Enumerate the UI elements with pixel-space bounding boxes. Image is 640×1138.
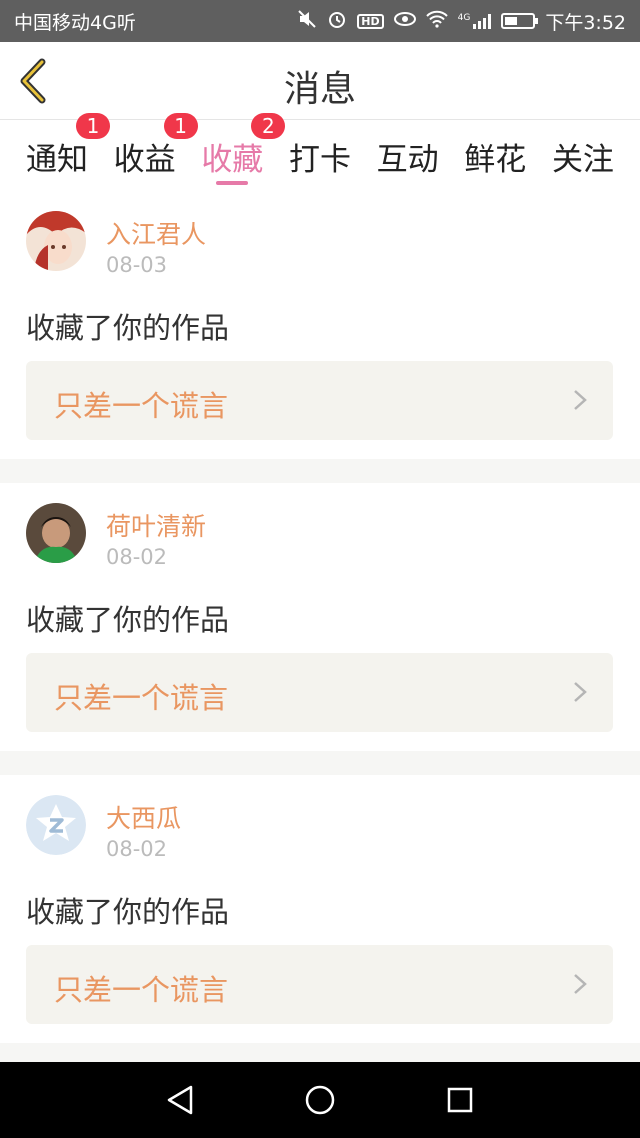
divider [0, 459, 640, 483]
tab-badge: 1 [163, 113, 198, 139]
tab-label: 通知 [26, 141, 88, 178]
nav-recents-button[interactable] [443, 1083, 477, 1117]
work-link[interactable]: 只差一个谎言 [26, 945, 613, 1024]
tab-flowers[interactable]: 鲜花 [464, 121, 526, 191]
mute-icon [297, 9, 317, 33]
work-link[interactable]: 只差一个谎言 [26, 653, 613, 732]
recents-square-icon [447, 1087, 473, 1113]
list-item: 大西瓜 08-02 收藏了你的作品 只差一个谎言 [0, 775, 640, 1043]
tab-badge: 2 [251, 113, 286, 139]
date: 08-03 [106, 253, 168, 277]
action-text: 收藏了你的作品 [26, 311, 230, 345]
carrier-group: 中国移动4G 听 [14, 8, 136, 35]
work-title: 只差一个谎言 [54, 389, 229, 423]
tab-label: 收益 [113, 141, 176, 178]
divider [0, 751, 640, 775]
work-title: 只差一个谎言 [54, 681, 229, 715]
nav-back-button[interactable] [163, 1083, 197, 1117]
tab-badge: 1 [76, 113, 110, 139]
chevron-right-icon [574, 390, 587, 410]
tab-bar: 通知 1 收益 1 收藏 2 打卡 互动 鲜花 关注 [0, 113, 640, 191]
hd-icon: HD [357, 13, 384, 29]
wifi-icon [425, 10, 448, 32]
list-item: 入江君人 08-03 收藏了你的作品 只差一个谎言 [0, 191, 640, 459]
tab-favorites[interactable]: 收藏 2 [201, 113, 286, 191]
page-title: 消息 [283, 69, 356, 110]
tab-earnings[interactable]: 收益 1 [113, 113, 198, 191]
tab-interaction[interactable]: 互动 [377, 121, 439, 191]
tab-label: 鲜花 [464, 141, 527, 178]
header: 消息 [0, 42, 640, 120]
username[interactable]: 荷叶清新 [106, 507, 206, 543]
tab-checkin[interactable]: 打卡 [289, 121, 351, 191]
alarm-icon [327, 9, 347, 33]
avatar[interactable] [26, 211, 86, 271]
status-bar: 中国移动4G 听 HD 4G 下午3:52 [0, 0, 640, 42]
work-title: 只差一个谎言 [54, 973, 229, 1007]
date: 08-02 [106, 837, 168, 861]
carrier-label: 中国移动4G [14, 11, 117, 34]
date: 08-02 [106, 545, 168, 569]
tab-label: 收藏 [201, 141, 264, 178]
eye-icon [393, 11, 416, 31]
favorites-list: 入江君人 08-03 收藏了你的作品 只差一个谎言 荷叶清新 08-02 收藏了… [0, 191, 640, 1067]
chevron-right-icon [574, 974, 587, 994]
action-text: 收藏了你的作品 [26, 895, 230, 929]
network-type-label: 4G [457, 13, 471, 23]
username[interactable]: 入江君人 [106, 215, 206, 251]
avatar[interactable] [26, 795, 86, 855]
chevron-right-icon [574, 682, 587, 702]
work-link[interactable]: 只差一个谎言 [26, 361, 613, 440]
list-item: 荷叶清新 08-02 收藏了你的作品 只差一个谎言 [0, 483, 640, 751]
tab-notifications[interactable]: 通知 1 [26, 113, 110, 191]
username[interactable]: 大西瓜 [106, 799, 181, 835]
tab-label: 打卡 [288, 141, 351, 178]
action-text: 收藏了你的作品 [26, 603, 230, 637]
nav-home-button[interactable] [303, 1083, 337, 1117]
status-icons: HD 4G 下午3:52 [297, 8, 626, 35]
tab-label: 互动 [376, 141, 439, 178]
clock: 下午3:52 [545, 11, 626, 34]
tab-label: 关注 [551, 141, 614, 178]
listen-icon: 听 [116, 11, 136, 34]
back-triangle-icon [167, 1085, 193, 1115]
avatar[interactable] [26, 503, 86, 563]
home-circle-icon [305, 1085, 335, 1115]
system-nav-bar [0, 1062, 640, 1138]
signal-icon: 4G [458, 13, 492, 29]
battery-icon [501, 13, 539, 29]
tab-follow[interactable]: 关注 [552, 121, 614, 191]
